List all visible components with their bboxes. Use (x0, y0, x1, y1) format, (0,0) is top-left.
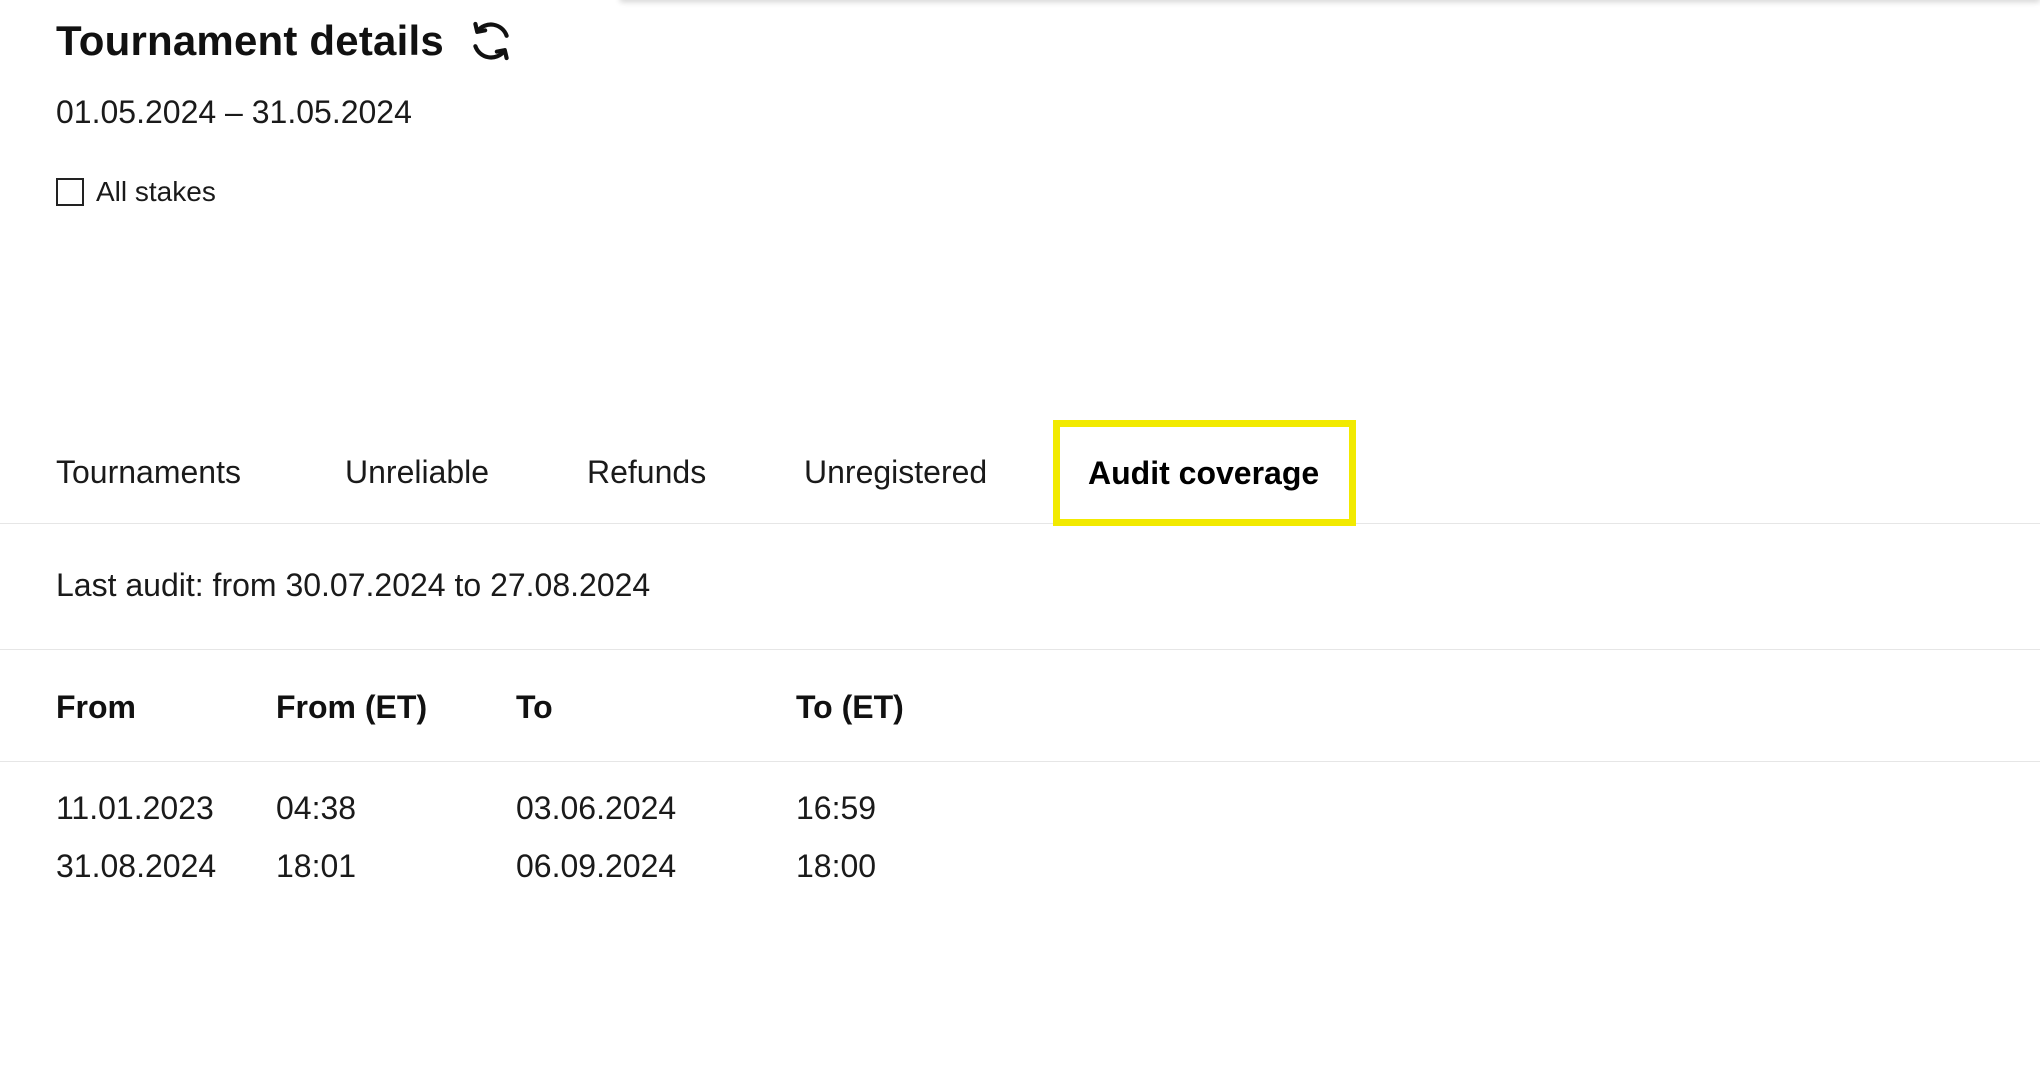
date-range: 01.05.2024 – 31.05.2024 (56, 94, 412, 130)
cell-from: 11.01.2023 (56, 790, 214, 826)
tab-tournaments[interactable]: Tournaments (56, 420, 241, 524)
all-stakes-checkbox[interactable] (56, 178, 84, 206)
tab-bar: Tournaments Unreliable Refunds Unregiste… (0, 420, 2040, 526)
tab-refunds[interactable]: Refunds (587, 420, 706, 524)
cell-from-et: 04:38 (276, 790, 357, 826)
column-header-to: To (516, 689, 553, 725)
last-audit-text: Last audit: from 30.07.2024 to 27.08.202… (56, 567, 651, 603)
column-header-to-et: To (ET) (796, 689, 904, 725)
cell-from: 31.08.2024 (56, 848, 217, 884)
column-header-from-et: From (ET) (276, 689, 428, 725)
cell-to-et: 16:59 (796, 790, 877, 826)
cell-to: 03.06.2024 (516, 790, 677, 826)
cell-to: 06.09.2024 (516, 848, 677, 884)
all-stakes-label: All stakes (96, 176, 216, 207)
table-row: 11.01.2023 04:38 03.06.2024 16:59 (0, 790, 2040, 848)
cell-to-et: 18:00 (796, 848, 877, 884)
last-audit-row: Last audit: from 30.07.2024 to 27.08.202… (0, 525, 2040, 650)
cell-from-et: 18:01 (276, 848, 357, 884)
all-stakes-checkbox-row[interactable]: All stakes (56, 176, 216, 208)
column-header-from: From (56, 689, 136, 725)
table-row: 31.08.2024 18:01 06.09.2024 18:00 (0, 848, 2040, 906)
page-title: Tournament details (56, 17, 444, 64)
audit-coverage-table: From From (ET) To To (ET) 11.01.2023 04:… (0, 651, 2040, 906)
table-header: From From (ET) To To (ET) (0, 651, 2040, 762)
tab-audit-coverage[interactable]: Audit coverage (1053, 420, 1357, 526)
tab-unreliable[interactable]: Unreliable (345, 420, 489, 524)
refresh-button[interactable] (464, 14, 518, 68)
page-header: Tournament details (56, 14, 518, 68)
tab-unregistered[interactable]: Unregistered (804, 420, 987, 524)
refresh-icon (473, 21, 509, 61)
